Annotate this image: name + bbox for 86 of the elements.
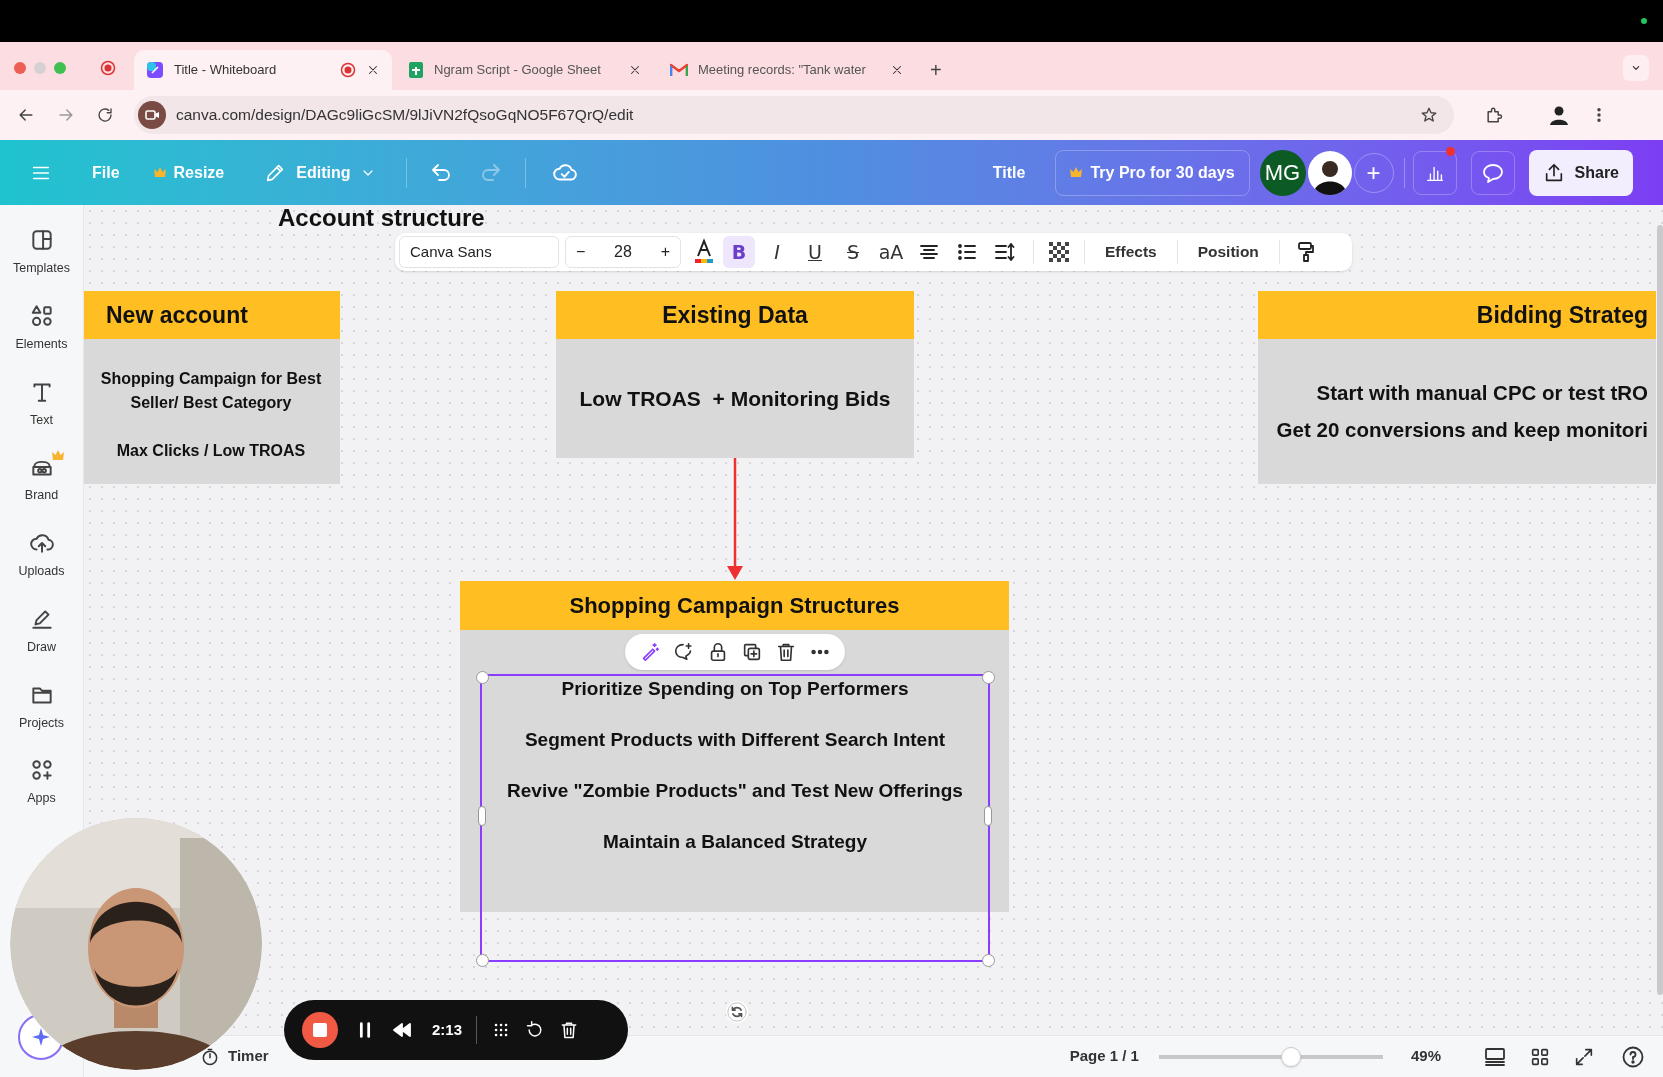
zoom-percentage[interactable]: 49% — [1410, 1045, 1441, 1068]
resize-handle[interactable] — [478, 806, 486, 826]
address-bar[interactable]: canva.com/design/DAGc9liGcSM/9lJiVN2fQsoGqNO5F67QrQ/edit — [134, 96, 1454, 134]
share-button[interactable]: Share — [1528, 149, 1633, 196]
resize-handle[interactable] — [982, 954, 995, 967]
zoom-slider-thumb[interactable] — [1281, 1046, 1302, 1067]
card-text: Max Clicks / Low TROAS — [115, 440, 307, 461]
sidebar-item[interactable]: Projects — [3, 681, 80, 733]
text-line: Maintain a Balanced Strategy — [603, 830, 867, 854]
close-icon[interactable] — [890, 63, 904, 77]
card-text: Start with manual CPC or test tRO — [1316, 379, 1648, 406]
trash-icon[interactable] — [775, 641, 797, 663]
text-line: Segment Products with Different Search Intent — [524, 728, 946, 752]
document-title[interactable]: Title — [992, 160, 1026, 185]
font-size-field[interactable]: 28 — [614, 240, 632, 264]
rotate-icon[interactable] — [726, 1001, 748, 1023]
line-spacing-icon[interactable] — [993, 240, 1017, 264]
stop-icon — [312, 1022, 328, 1038]
card-text: Get 20 conversions and keep monitori — [1276, 416, 1648, 443]
recording-time: 2:13 — [432, 1019, 463, 1040]
text-style-button[interactable]: U — [799, 236, 831, 268]
profile-avatar-icon[interactable] — [1548, 104, 1570, 126]
help-icon[interactable] — [1621, 1044, 1645, 1069]
text-style-button[interactable]: B — [723, 236, 755, 268]
tab-title: Ngram Script - Google Sheet — [434, 61, 602, 80]
duplicate-icon[interactable] — [741, 641, 763, 663]
sidebar-item[interactable]: Templates — [3, 227, 80, 278]
card-heading: New account — [106, 300, 248, 330]
resize-handle[interactable] — [476, 954, 489, 967]
whiteboard-favicon-icon — [146, 61, 164, 79]
decrease-size-button[interactable]: − — [576, 240, 586, 264]
toolbar-button[interactable]: Position — [1183, 236, 1273, 268]
crown-icon — [1070, 167, 1083, 178]
card-heading: Existing Data — [661, 300, 809, 330]
status-dot-icon — [1641, 18, 1647, 24]
transparency-icon[interactable] — [1048, 241, 1070, 263]
card-heading: Shopping Campaign Structures — [569, 592, 900, 620]
browser-tab[interactable]: Title - Whiteboard — [134, 50, 392, 90]
increase-size-button[interactable]: + — [660, 240, 670, 264]
sidebar-item[interactable]: Apps — [3, 757, 80, 808]
sidebar-item[interactable]: Elements — [3, 302, 80, 354]
star-icon[interactable] — [1420, 106, 1438, 124]
text-box[interactable]: Prioritize Spending on Top Performers Segment Products with Different Search Intent Revive "Zombie Products" and Test New Offerings Maintain a Balanced Strategy — [482, 676, 988, 960]
comments-button[interactable] — [1470, 150, 1515, 195]
browser-tab[interactable]: Meeting records: "Tank water — [658, 50, 916, 90]
browser-tab[interactable]: Ngram Script - Google Sheet — [396, 50, 654, 90]
new-tab-button[interactable]: + — [920, 50, 952, 90]
text-style-button[interactable]: aA — [875, 236, 907, 268]
recording-icon — [100, 60, 116, 76]
resize-handle[interactable] — [984, 806, 992, 826]
design-canvas[interactable] — [84, 205, 1663, 1035]
sidebar-item[interactable]: Draw — [3, 605, 80, 657]
tab-title: Title - Whiteboard — [174, 61, 278, 80]
sidebar-item[interactable]: Uploads — [3, 530, 80, 581]
stopwatch-icon — [200, 1046, 220, 1067]
try-pro-button[interactable]: Try Pro for 30 days — [1055, 149, 1250, 196]
toolbar-button[interactable]: Effects — [1091, 236, 1171, 268]
collaborator-avatar[interactable] — [1307, 150, 1352, 195]
vertical-scrollbar[interactable] — [1657, 225, 1663, 995]
sheets-favicon-icon — [408, 61, 424, 79]
crown-icon — [51, 450, 64, 462]
mail-favicon-icon — [670, 63, 688, 77]
text-style-button[interactable]: I — [761, 236, 793, 268]
text-line: Prioritize Spending on Top Performers — [561, 677, 909, 701]
close-icon[interactable] — [366, 63, 380, 77]
tab-title: Meeting records: "Tank water — [698, 61, 867, 80]
page-indicator[interactable]: Page 1 / 1 — [1069, 1045, 1139, 1068]
reload-icon[interactable] — [96, 106, 114, 124]
url-text: canva.com/design/DAGc9liGcSM/9lJiVN2fQsoGqNO5F67QrQ/edit — [176, 105, 635, 126]
canvas-title: Account structure — [278, 206, 485, 230]
crown-icon — [153, 167, 166, 178]
text-style-button[interactable]: S — [837, 236, 869, 268]
text-line: Revive "Zombie Products" and Test New Offerings — [507, 779, 963, 803]
sidebar-item[interactable]: Brand — [3, 454, 80, 505]
close-icon[interactable] — [628, 63, 642, 77]
timer-button[interactable]: Timer — [200, 1045, 269, 1068]
extensions-icon[interactable] — [1484, 105, 1504, 125]
card-text: Low TROAS + Monitoring Bids — [579, 385, 891, 412]
sidebar-item[interactable]: Text — [3, 378, 80, 430]
font-dropdown[interactable]: Canva Sans — [399, 236, 559, 268]
card-heading: Bidding Strateg — [1476, 300, 1648, 330]
card-text: Shopping Campaign for Best Seller/ Best Category — [99, 368, 323, 413]
stop-recording-button[interactable] — [302, 1012, 338, 1048]
site-info-icon[interactable] — [138, 101, 166, 129]
user-avatar[interactable]: MG — [1259, 149, 1306, 196]
add-comment-icon[interactable] — [673, 641, 695, 663]
